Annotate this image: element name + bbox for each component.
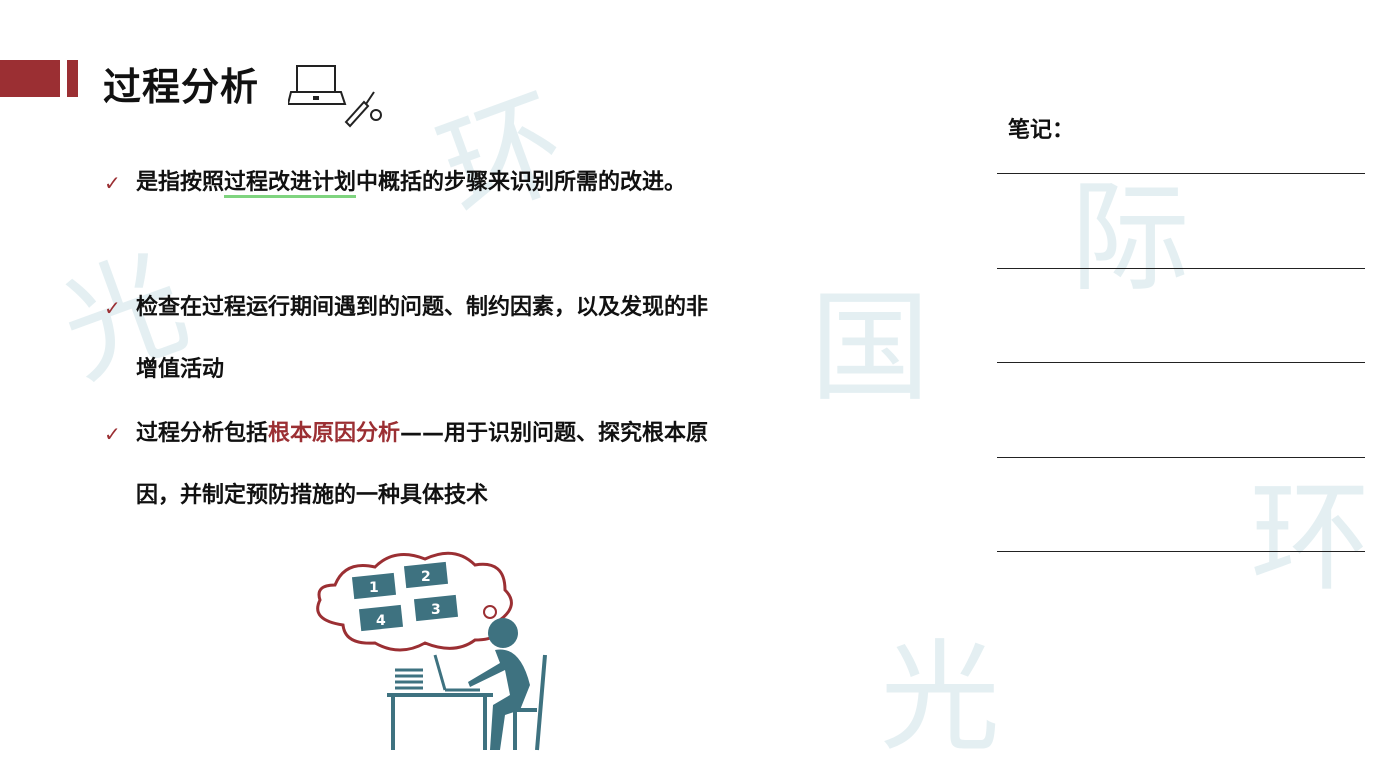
page-title: 过程分析	[103, 65, 260, 109]
notes-line	[997, 362, 1365, 363]
checkmark-icon: ✓	[104, 296, 121, 320]
slide: 光 环 国 际 光 环 过程分析 ✓ 是指按照过程改进计划中概括的步骤来识别所需…	[0, 0, 1391, 780]
bullet-item: ✓ 是指按照过程改进计划中概括的步骤来识别所需的改进。	[104, 152, 724, 214]
checkmark-icon: ✓	[104, 422, 121, 446]
title-accent-bar	[0, 60, 60, 97]
step-label: 2	[421, 569, 431, 585]
bullet-item: ✓ 检查在过程运行期间遇到的问题、制约因素，以及发现的非增值活动	[104, 277, 724, 401]
checkmark-icon: ✓	[104, 171, 121, 195]
bullet-item: ✓ 过程分析包括根本原因分析——用于识别问题、探究根本原因，并制定预防措施的一种…	[104, 403, 724, 527]
watermark: 环	[423, 71, 585, 244]
notes-line	[997, 268, 1365, 269]
title-accent-bar-small	[67, 60, 78, 97]
step-label: 3	[431, 602, 441, 618]
notes-line	[997, 173, 1365, 174]
step-label: 4	[376, 613, 386, 629]
notes-line	[997, 457, 1365, 458]
watermark: 光	[880, 629, 1000, 768]
notes-label: 笔记：	[1008, 118, 1075, 143]
watermark: 国	[810, 279, 930, 418]
thinking-person-illustration: 1 2 3 4	[316, 551, 547, 751]
step-label: 1	[369, 580, 379, 596]
watermark: 环	[1250, 469, 1370, 608]
notes-line	[997, 551, 1365, 552]
watermark: 际	[1070, 169, 1190, 308]
laptop-tool-icon	[288, 65, 382, 128]
